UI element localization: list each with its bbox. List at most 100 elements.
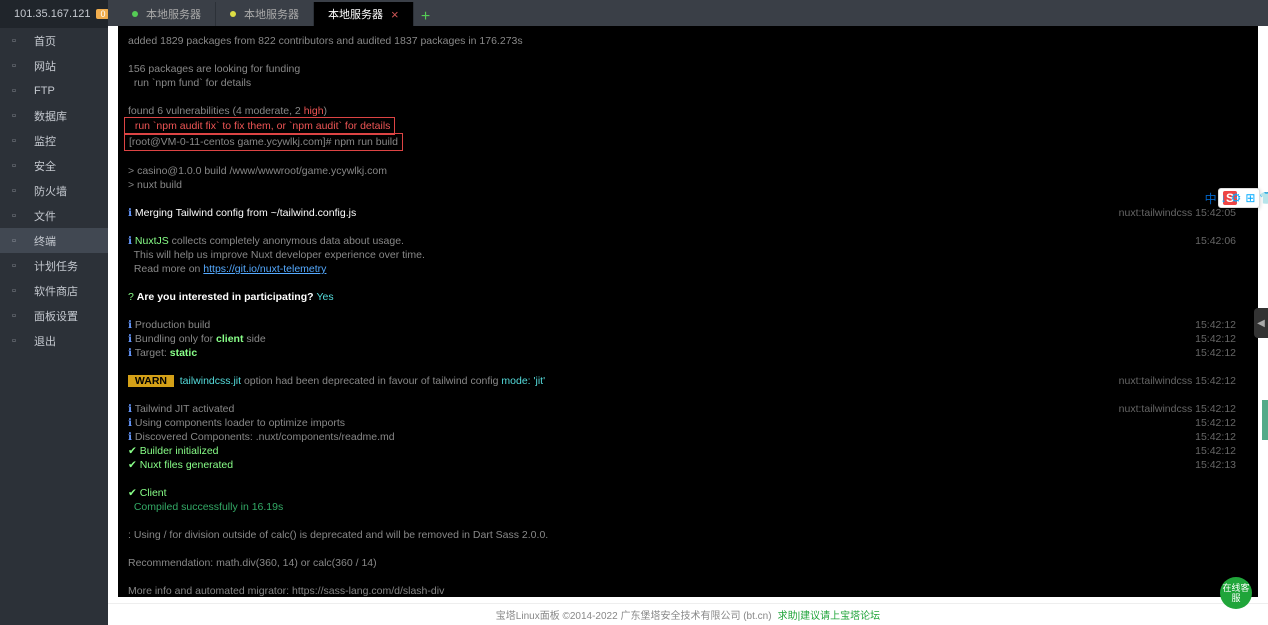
ime-item-icon[interactable]: ⊞	[1245, 191, 1255, 205]
timestamp: 15:42:13	[1195, 458, 1236, 472]
sidebar-item-monitor[interactable]: ▫监控	[0, 128, 108, 153]
sidebar-item-store[interactable]: ▫软件商店	[0, 278, 108, 303]
terminal-output[interactable]: added 1829 packages from 822 contributor…	[118, 26, 1258, 597]
terminal-line: 156 packages are looking for funding	[128, 62, 1248, 76]
sidebar-item-label: 首页	[34, 33, 56, 49]
terminal-line: : Using / for division outside of calc()…	[128, 528, 1248, 542]
sidebar-item-label: 安全	[34, 158, 56, 174]
terminal-line	[128, 150, 1248, 164]
terminal-line: found 6 vulnerabilities (4 moderate, 2 h…	[128, 104, 1248, 118]
terminal-line: ✔ Builder initialized15:42:12	[128, 444, 1248, 458]
sidebar-item-label: 软件商店	[34, 283, 78, 299]
shield-icon: ▫	[12, 160, 24, 172]
sidebar-item-terminal[interactable]: ▫ 终端	[0, 228, 108, 253]
terminal-line	[128, 570, 1248, 584]
server-ip: 101.35.167.121	[14, 8, 90, 20]
footer: 宝塔Linux面板 ©2014-2022 广东堡塔安全技术有限公司 (bt.cn…	[108, 603, 1268, 625]
terminal-line: ? Are you interested in participating? Y…	[128, 290, 1248, 304]
sidebar-item-label: 文件	[34, 208, 56, 224]
support-fab[interactable]: 在线客服	[1220, 577, 1252, 609]
terminal-line: ℹ Tailwind JIT activatednuxt:tailwindcss…	[128, 402, 1248, 416]
sidebar-item-label: 监控	[34, 133, 56, 149]
footer-link[interactable]: 求助|建议请上宝塔论坛	[778, 607, 881, 622]
terminal-line: [root@VM-0-11-centos game.ycywlkj.com]# …	[128, 134, 1248, 150]
terminal-line	[128, 514, 1248, 528]
sidebar-item-cron[interactable]: ▫ 计划任务	[0, 253, 108, 278]
terminal-line: Recommendation: math.div(360, 14) or cal…	[128, 556, 1248, 570]
terminal-line	[128, 472, 1248, 486]
timestamp: 15:42:12	[1195, 346, 1236, 360]
sidebar-item-label: 计划任务	[34, 258, 78, 274]
terminal-line: ✔ Client	[128, 486, 1248, 500]
sidebar-item-label: 数据库	[34, 108, 67, 124]
timestamp: 15:42:12	[1195, 416, 1236, 430]
close-icon[interactable]: ×	[391, 7, 399, 22]
sidebar: 101.35.167.121 0 ▫首页▫网站▫FTP▫数据库▫监控▫安全▫防火…	[0, 0, 108, 625]
home-icon: ▫	[12, 35, 24, 47]
tab-status-dot	[230, 11, 236, 17]
sidebar-item-logout[interactable]: ▫ 退出	[0, 328, 108, 353]
side-collapse-icon[interactable]: ◀	[1254, 308, 1268, 338]
terminal-line: ℹ Bundling only for client side15:42:12	[128, 332, 1248, 346]
tab-label: 本地服务器	[328, 6, 383, 22]
timestamp: nuxt:tailwindcss 15:42:12	[1119, 374, 1236, 388]
ime-item-icon[interactable]: 中	[1205, 191, 1217, 205]
timestamp: 15:42:12	[1195, 430, 1236, 444]
sidebar-item-home[interactable]: ▫ 首页	[0, 28, 108, 53]
timestamp: 15:42:12	[1195, 318, 1236, 332]
ime-item-icon[interactable]: ↓	[1221, 191, 1227, 205]
sidebar-item-label: 防火墙	[34, 183, 67, 199]
sidebar-item-database[interactable]: ▫ 数据库	[0, 103, 108, 128]
server-header[interactable]: 101.35.167.121 0	[0, 0, 108, 28]
terminal-line	[128, 360, 1248, 374]
tab-add-button[interactable]: +	[414, 8, 438, 26]
cron-icon: ▫	[12, 260, 24, 272]
scroll-indicator	[1262, 400, 1268, 440]
terminal-line: added 1829 packages from 822 contributor…	[128, 34, 1248, 48]
database-icon: ▫	[12, 110, 24, 122]
terminal-icon: ▫	[12, 235, 24, 247]
main: 本地服务器本地服务器本地服务器× + ⤢ added 1829 packages…	[108, 0, 1268, 625]
terminal-line	[128, 192, 1248, 206]
terminal-line	[128, 48, 1248, 62]
terminal-line	[128, 220, 1248, 234]
terminal-line: ℹ Using components loader to optimize im…	[128, 416, 1248, 430]
ime-item-icon[interactable]: 👕	[1259, 191, 1268, 205]
terminal-line: ℹ NuxtJS collects completely anonymous d…	[128, 234, 1248, 248]
sidebar-item-label: 终端	[34, 233, 56, 249]
sidebar-item-globe[interactable]: ▫网站	[0, 53, 108, 78]
ftp-icon: ▫	[12, 85, 24, 97]
sidebar-item-settings[interactable]: ▫ 面板设置	[0, 303, 108, 328]
logout-icon: ▫	[12, 335, 24, 347]
sidebar-item-label: 面板设置	[34, 308, 78, 324]
ime-toolbar[interactable]: S 中↓⚙⊞👕🔲	[1218, 188, 1260, 208]
sidebar-item-label: 退出	[34, 333, 56, 349]
terminal-line	[128, 388, 1248, 402]
ime-item-icon[interactable]: ⚙	[1231, 191, 1242, 205]
firewall-icon: ▫	[12, 185, 24, 197]
timestamp: 15:42:06	[1195, 234, 1236, 248]
sidebar-item-label: 网站	[34, 58, 56, 74]
terminal-line: More info and automated migrator: https:…	[128, 584, 1248, 597]
timestamp: 15:42:12	[1195, 332, 1236, 346]
terminal-line: > casino@1.0.0 build /www/wwwroot/game.y…	[128, 164, 1248, 178]
terminal-line	[128, 276, 1248, 290]
terminal-line: ✔ Nuxt files generated15:42:13	[128, 458, 1248, 472]
tab[interactable]: 本地服务器	[216, 2, 314, 26]
tab-status-dot	[132, 11, 138, 17]
file-icon: ▫	[12, 210, 24, 222]
sidebar-item-ftp[interactable]: ▫FTP	[0, 78, 108, 103]
sidebar-item-firewall[interactable]: ▫ 防火墙	[0, 178, 108, 203]
tab[interactable]: 本地服务器	[118, 2, 216, 26]
terminal-line: Read more on https://git.io/nuxt-telemet…	[128, 262, 1248, 276]
tab-label: 本地服务器	[244, 6, 299, 22]
terminal-line: > nuxt build	[128, 178, 1248, 192]
tab[interactable]: 本地服务器 ×	[314, 2, 414, 26]
terminal-line	[128, 90, 1248, 104]
settings-icon: ▫	[12, 310, 24, 322]
terminal-line: Compiled successfully in 16.19s	[128, 500, 1248, 514]
sidebar-item-shield[interactable]: ▫ 安全	[0, 153, 108, 178]
timestamp: 15:42:12	[1195, 444, 1236, 458]
sidebar-item-file[interactable]: ▫ 文件	[0, 203, 108, 228]
tab-label: 本地服务器	[146, 6, 201, 22]
